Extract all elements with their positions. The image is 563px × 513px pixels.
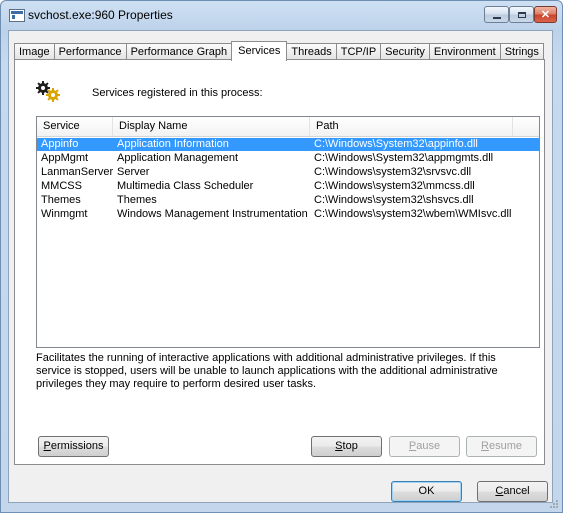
permissions-button[interactable]: Permissions [38,436,109,457]
service-row-mmcss[interactable]: MMCSS Multimedia Class Scheduler C:\Wind… [37,180,539,193]
minimize-icon [492,16,501,19]
service-name: Appinfo [41,138,79,150]
window-app-icon [9,9,25,22]
tab-strings[interactable]: Strings [499,43,544,60]
service-row-winmgmt[interactable]: Winmgmt Windows Management Instrumentati… [37,208,539,221]
service-name: Themes [41,194,81,206]
tab-threads[interactable]: Threads [286,43,337,60]
tab-image[interactable]: Image [14,43,55,60]
service-path: C:\Windows\System32\appmgmts.dll [314,152,494,164]
window-title: svchost.exe:960 Properties [28,8,173,22]
service-name: Winmgmt [41,208,88,220]
tab-performance-graph[interactable]: Performance Graph [125,43,233,60]
service-name: LanmanServer [41,166,113,178]
maximize-icon [517,11,526,18]
column-header-display-name[interactable]: Display Name [113,117,310,136]
tab-performance[interactable]: Performance [53,43,127,60]
close-button[interactable]: ✕ [534,6,557,23]
service-name: AppMgmt [41,152,89,164]
services-heading: Services registered in this process: [92,87,263,99]
service-path: C:\Windows\System32\appinfo.dll [314,138,478,150]
tab-security[interactable]: Security [380,43,430,60]
service-path: C:\Windows\system32\srvsvc.dll [314,166,472,178]
service-path: C:\Windows\system32\shsvcs.dll [314,194,474,206]
service-description: Facilitates the running of interactive a… [36,352,498,390]
cancel-button[interactable]: Cancel [477,481,548,502]
resize-grip[interactable] [549,499,559,509]
service-path: C:\Windows\system32\mmcss.dll [314,180,475,192]
title-bar[interactable]: svchost.exe:960 Properties ✕ [1,1,562,31]
maximize-button[interactable] [509,6,534,23]
service-path: C:\Windows\system32\wbem\WMIsvc.dll [314,208,512,220]
resume-button[interactable]: Resume [466,436,537,457]
service-display-name: Windows Management Instrumentation [117,208,308,220]
column-header-path[interactable]: Path [310,117,513,136]
service-display-name: Server [117,166,150,178]
stop-button[interactable]: Stop [311,436,382,457]
service-display-name: Application Information [117,138,229,150]
service-display-name: Multimedia Class Scheduler [117,180,254,192]
service-row-themes[interactable]: Themes Themes C:\Windows\system32\shsvcs… [37,194,539,207]
column-header-service[interactable]: Service [37,117,113,136]
ok-button[interactable]: OK [391,481,462,502]
close-icon: ✕ [540,9,551,21]
service-row-appmgmt[interactable]: AppMgmt Application Management C:\Window… [37,152,539,165]
tab-environment[interactable]: Environment [428,43,501,60]
tab-tcpip[interactable]: TCP/IP [335,43,382,60]
services-gears-icon [36,81,60,102]
services-list[interactable]: Service Display Name Path Appinfo Applic… [36,116,540,348]
service-row-lanmanserver[interactable]: LanmanServer Server C:\Windows\system32\… [37,166,539,179]
pause-button[interactable]: Pause [389,436,460,457]
tab-strip: Image Performance Performance Graph Serv… [14,41,544,61]
minimize-button[interactable] [484,6,509,23]
tab-services[interactable]: Services [231,41,288,61]
service-row-appinfo[interactable]: Appinfo Application Information C:\Windo… [37,138,539,151]
service-display-name: Themes [117,194,157,206]
service-name: MMCSS [41,180,82,192]
services-list-header: Service Display Name Path [37,117,539,137]
service-display-name: Application Management [117,152,239,164]
